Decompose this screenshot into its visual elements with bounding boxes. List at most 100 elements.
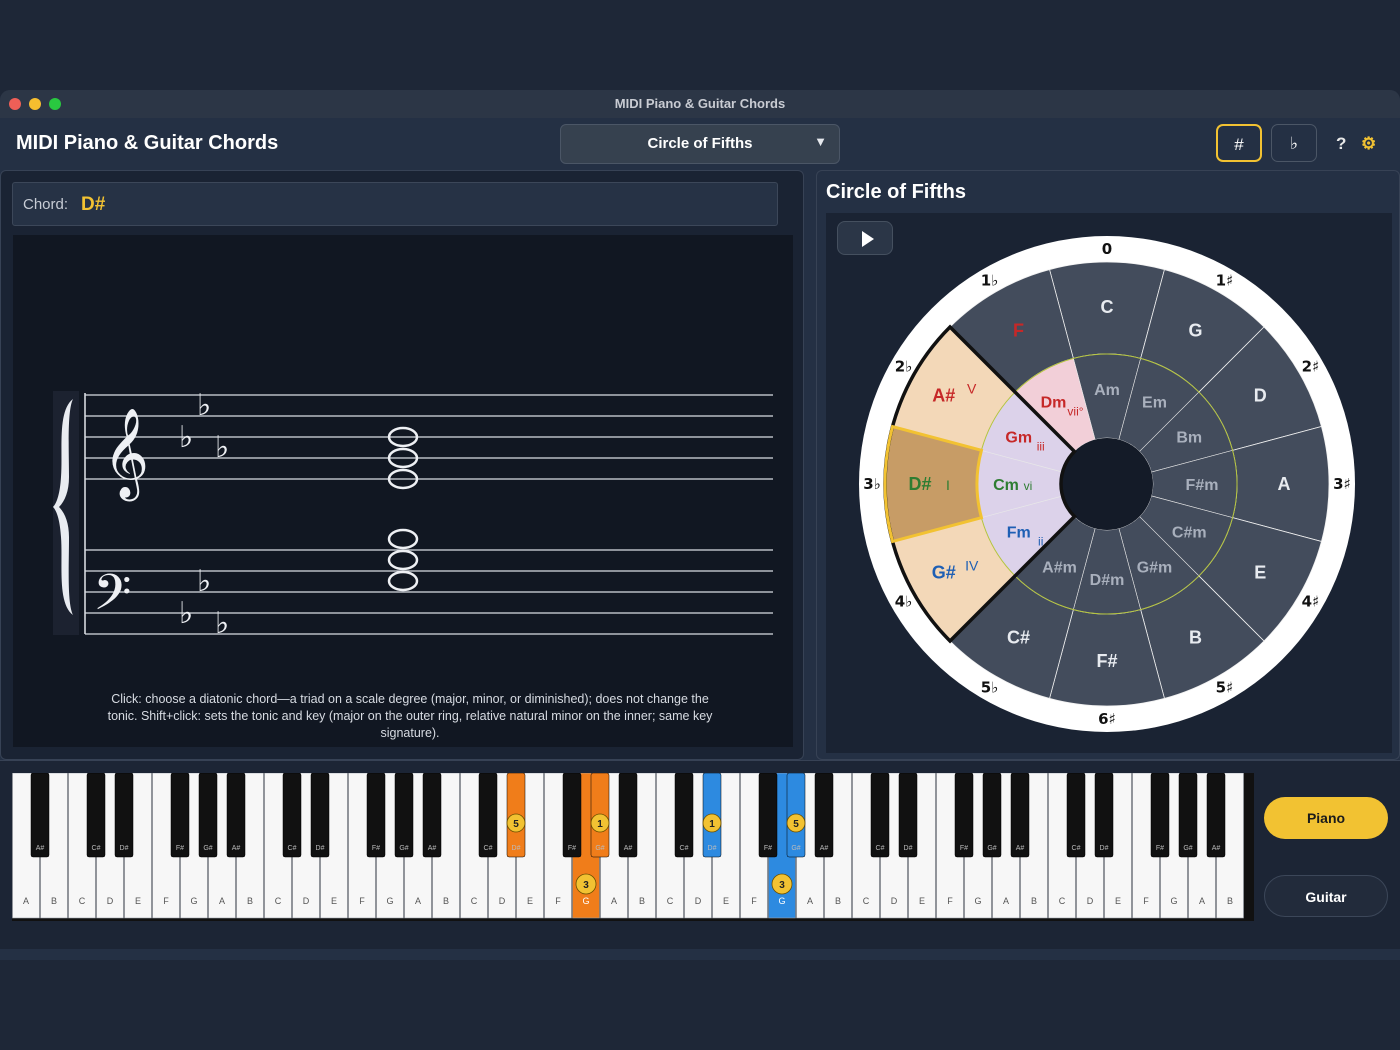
key-signature-count: 0 [1102, 240, 1112, 258]
major-label: E [1254, 563, 1266, 583]
flat-icon: ♭ [179, 420, 193, 455]
circle-panel: Circle of Fifths C Am 0 G Em 1♯ D Bm 2♯ A F#m 3♯ E C#… [816, 170, 1400, 760]
white-key-label: B [835, 896, 841, 906]
staff-area: 𝄞 𝄢 ♭ ♭ ♭ ♭ ♭ ♭ Click: choose a diatonic… [13, 235, 793, 747]
minor-label: C#m [1172, 525, 1207, 542]
white-key-label: F [1143, 896, 1149, 906]
app-header: MIDI Piano & Guitar Chords Circle of Fif… [0, 118, 1400, 170]
white-key-label: D [1087, 896, 1094, 906]
usage-hint: Click: choose a diatonic chord—a triad o… [107, 692, 713, 740]
key-signature-count: 5♭ [981, 679, 999, 697]
white-key-label: A [1003, 896, 1009, 906]
white-key-label: B [247, 896, 253, 906]
black-key-label: G# [595, 845, 604, 852]
gear-icon[interactable]: ⚙ [1361, 134, 1376, 154]
finger-number: 1 [709, 819, 715, 830]
circle-of-fifths: C Am 0 G Em 1♯ D Bm 2♯ A F#m 3♯ E C#m 4♯ B G#m 5♯ F# D#m 6♯ C… [859, 236, 1355, 732]
white-key-label: F [163, 896, 169, 906]
key-signature-count: 1♭ [981, 271, 999, 289]
black-key-label: F# [1156, 845, 1164, 852]
app-title: MIDI Piano & Guitar Chords [16, 132, 279, 154]
black-key-label: C# [92, 845, 101, 852]
keyboard-panel: A B C D E F G A B C D E F G A B C D E F G 3 A B C D E F G 3 A B C D E F G A B C… [0, 760, 1400, 949]
black-key-label: A# [624, 845, 633, 852]
major-label: D [1254, 386, 1267, 406]
minor-label: Am [1094, 382, 1120, 399]
roman-numeral: ii [1038, 535, 1043, 549]
white-key-label: D [303, 896, 310, 906]
white-key-label: B [443, 896, 449, 906]
white-key-label: A [415, 896, 421, 906]
key-signature-count: 1♯ [1216, 271, 1234, 289]
note-head [387, 570, 419, 592]
white-key-label: A [611, 896, 617, 906]
view-select-label: Circle of Fifths [647, 135, 753, 152]
roman-numeral: iii [1037, 440, 1045, 454]
black-key-label: G# [399, 845, 408, 852]
note-head [387, 549, 419, 571]
white-key-label: C [863, 896, 870, 906]
black-key-label: D# [120, 845, 129, 852]
white-key-label: G [1170, 896, 1177, 906]
flat-icon: ♭ [215, 430, 229, 465]
black-key-label: C# [876, 845, 885, 852]
white-key-label: A [219, 896, 225, 906]
black-key-label: D# [708, 845, 717, 852]
white-key-label: C [1059, 896, 1066, 906]
minor-label: Fm [1007, 525, 1031, 542]
finger-number: 5 [513, 819, 519, 830]
white-key-label: E [135, 896, 141, 906]
finger-number: 1 [597, 819, 603, 830]
key-signature-count: 5♯ [1216, 679, 1234, 697]
black-key-label: F# [372, 845, 380, 852]
white-key-label: C [667, 896, 674, 906]
flat-toggle-button[interactable]: ♭ [1271, 124, 1317, 162]
white-key-label: B [639, 896, 645, 906]
key-signature-count: 6♯ [1098, 710, 1116, 728]
note-head [387, 528, 419, 550]
white-key-label: A [23, 896, 29, 906]
major-label: A# [932, 386, 955, 406]
grand-staff: 𝄞 𝄢 ♭ ♭ ♭ ♭ ♭ ♭ [53, 388, 773, 641]
white-key-label: A [807, 896, 813, 906]
finger-number: 5 [793, 819, 799, 830]
sharp-toggle-button[interactable]: # [1216, 124, 1262, 162]
white-key-label: D [499, 896, 506, 906]
major-label: G# [932, 563, 956, 583]
white-key-label: E [919, 896, 925, 906]
key-signature-count: 4♯ [1302, 593, 1320, 611]
circle-area: C Am 0 G Em 1♯ D Bm 2♯ A F#m 3♯ E C#m 4♯ B G#m 5♯ F# D#m 6♯ C… [826, 213, 1392, 753]
roman-numeral: I [946, 477, 950, 493]
roman-numeral: IV [965, 558, 979, 574]
major-label: C [1101, 297, 1114, 317]
white-key-label: E [1115, 896, 1121, 906]
treble-clef-icon: 𝄞 [103, 408, 149, 502]
minor-label: A#m [1042, 559, 1077, 576]
major-label: F# [1096, 651, 1117, 671]
guitar-mode-button[interactable]: Guitar [1264, 875, 1388, 917]
black-key-label: C# [288, 845, 297, 852]
black-key-label: A# [232, 845, 241, 852]
minor-label: F#m [1186, 477, 1219, 494]
minor-label: Cm [993, 477, 1019, 494]
black-key-label: G# [203, 845, 212, 852]
finger-number: 3 [779, 880, 785, 891]
flat-icon: ♭ [197, 388, 211, 423]
black-key-label: C# [484, 845, 493, 852]
white-key-label: F [751, 896, 757, 906]
minor-label: G#m [1137, 559, 1173, 576]
black-key-label: A# [1016, 845, 1025, 852]
circle-title: Circle of Fifths [826, 181, 967, 203]
black-key-label: G# [791, 845, 800, 852]
help-icon[interactable]: ? [1336, 134, 1346, 154]
minor-label: Bm [1176, 430, 1202, 447]
black-key-label: F# [568, 845, 576, 852]
view-select[interactable]: Circle of Fifths ▼ [560, 124, 840, 164]
white-key-label: D [695, 896, 702, 906]
white-key-label: B [1031, 896, 1037, 906]
piano-mode-button[interactable]: Piano [1264, 797, 1388, 839]
major-label: A [1278, 474, 1291, 494]
notation-panel: Chord: D# 𝄞 𝄢 ♭ ♭ ♭ ♭ ♭ ♭ Click: choose … [0, 170, 804, 760]
roman-numeral: vii° [1067, 405, 1083, 419]
white-key-label: A [1199, 896, 1205, 906]
